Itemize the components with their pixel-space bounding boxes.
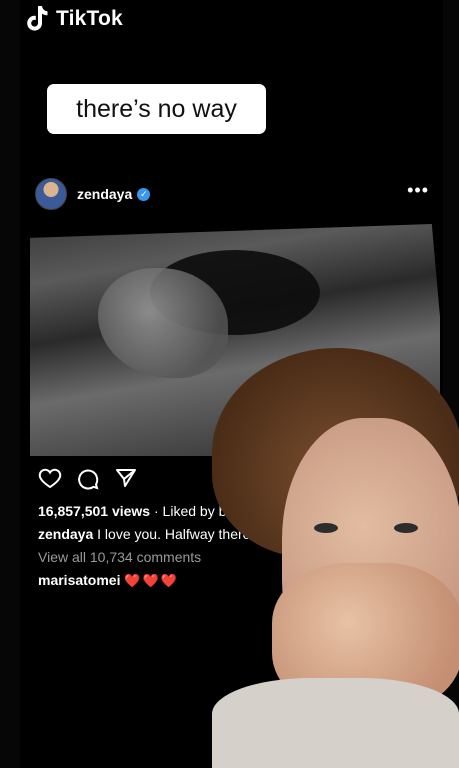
tiktok-logo-icon xyxy=(27,6,48,31)
avatar xyxy=(35,178,67,210)
caption-username: zendaya xyxy=(38,526,94,542)
reacting-person xyxy=(212,348,459,768)
post-username: zendaya xyxy=(77,186,133,202)
caption-sticker: there’s no way xyxy=(47,84,266,134)
comment-icon xyxy=(78,469,99,490)
views-count: 16,857,501 views xyxy=(38,503,151,519)
tiktok-watermark: TikTok xyxy=(24,4,123,34)
post-actions xyxy=(38,466,138,490)
comment-text: ❤️❤️❤️ xyxy=(124,573,179,588)
person-right-eye xyxy=(394,523,418,533)
left-letterbox xyxy=(0,0,20,768)
share-icon xyxy=(116,469,136,487)
person-left-eye xyxy=(314,523,338,533)
heart-icon xyxy=(38,468,62,489)
more-icon: ••• xyxy=(407,180,429,200)
tiktok-video-frame: TikTok there’s no way zendaya ✓ ••• 16,8… xyxy=(0,0,459,768)
comment-username: marisatomei xyxy=(38,572,121,588)
verified-icon: ✓ xyxy=(137,187,151,201)
person-shirt xyxy=(212,678,459,768)
instagram-post-header: zendaya ✓ ••• xyxy=(35,178,429,210)
tiktok-wordmark: TikTok xyxy=(56,7,123,30)
